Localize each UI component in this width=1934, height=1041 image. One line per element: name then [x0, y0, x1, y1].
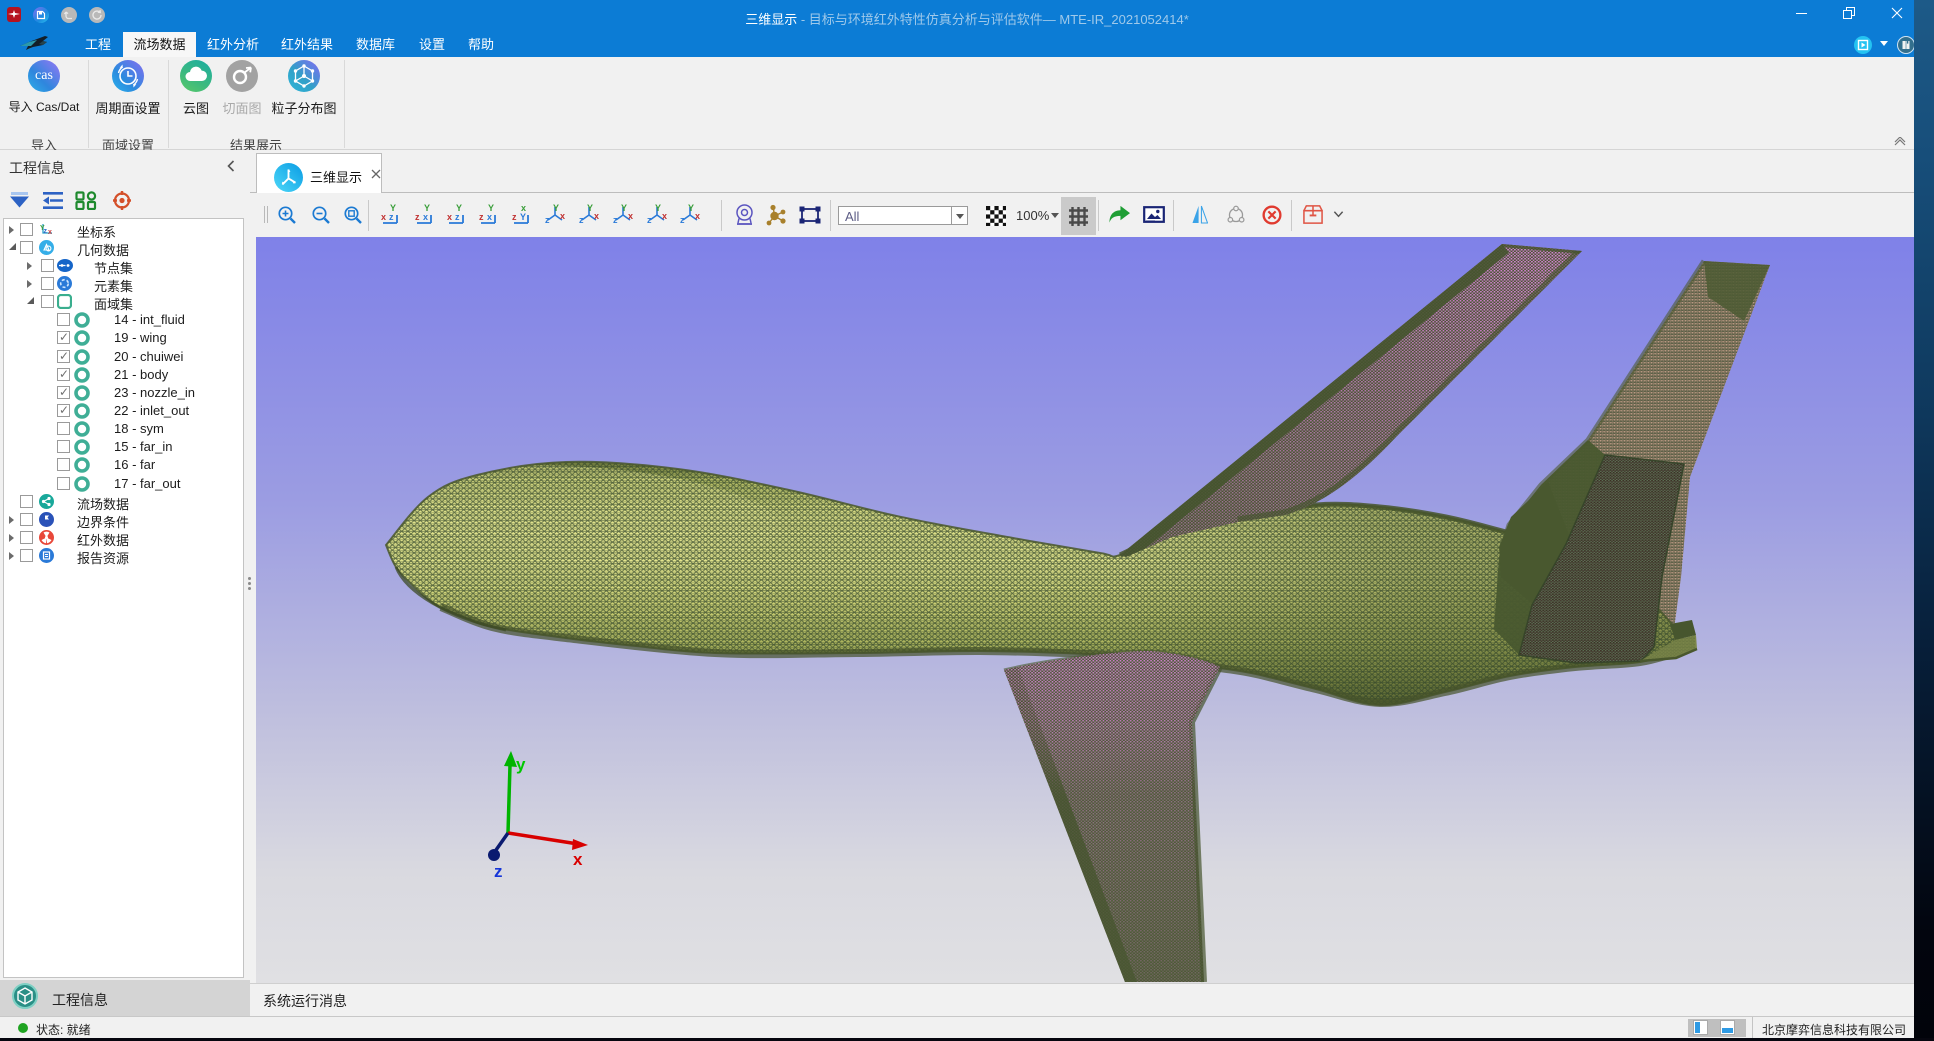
svg-text:x: x [521, 203, 526, 213]
svg-text:Y: Y [553, 203, 559, 213]
svg-text:x: x [628, 211, 633, 221]
svg-text:z: z [647, 215, 652, 225]
svg-text:Y: Y [655, 203, 661, 213]
svg-text:z: z [613, 215, 618, 225]
svg-text:Y: Y [424, 203, 430, 213]
svg-text:x: x [447, 212, 452, 222]
svg-text:Y: Y [621, 203, 627, 213]
svg-text:z: z [455, 212, 460, 222]
svg-text:z: z [512, 212, 517, 222]
svg-text:x: x [573, 850, 583, 869]
svg-text:z: z [579, 215, 584, 225]
svg-text:z: z [479, 212, 484, 222]
svg-text:Y: Y [688, 203, 694, 213]
svg-text:z: z [44, 228, 48, 235]
svg-text:x: x [48, 229, 52, 236]
svg-text:z: z [494, 862, 503, 881]
svg-text:x: x [594, 211, 599, 221]
svg-text:x: x [662, 211, 667, 221]
svg-text:x: x [381, 212, 386, 222]
svg-text:z: z [415, 212, 420, 222]
svg-text:x: x [695, 211, 700, 221]
svg-text:z: z [680, 215, 685, 225]
svg-text:Y: Y [520, 212, 526, 222]
svg-text:x: x [487, 212, 492, 222]
svg-text:Y: Y [488, 203, 494, 213]
svg-text:x: x [423, 212, 428, 222]
svg-text:Y: Y [587, 203, 593, 213]
svg-text:x: x [560, 211, 565, 221]
svg-text:y: y [516, 755, 526, 774]
svg-text:z: z [545, 215, 550, 225]
svg-text:Y: Y [456, 203, 462, 213]
svg-text:Y: Y [390, 203, 396, 213]
svg-text:z: z [389, 212, 394, 222]
